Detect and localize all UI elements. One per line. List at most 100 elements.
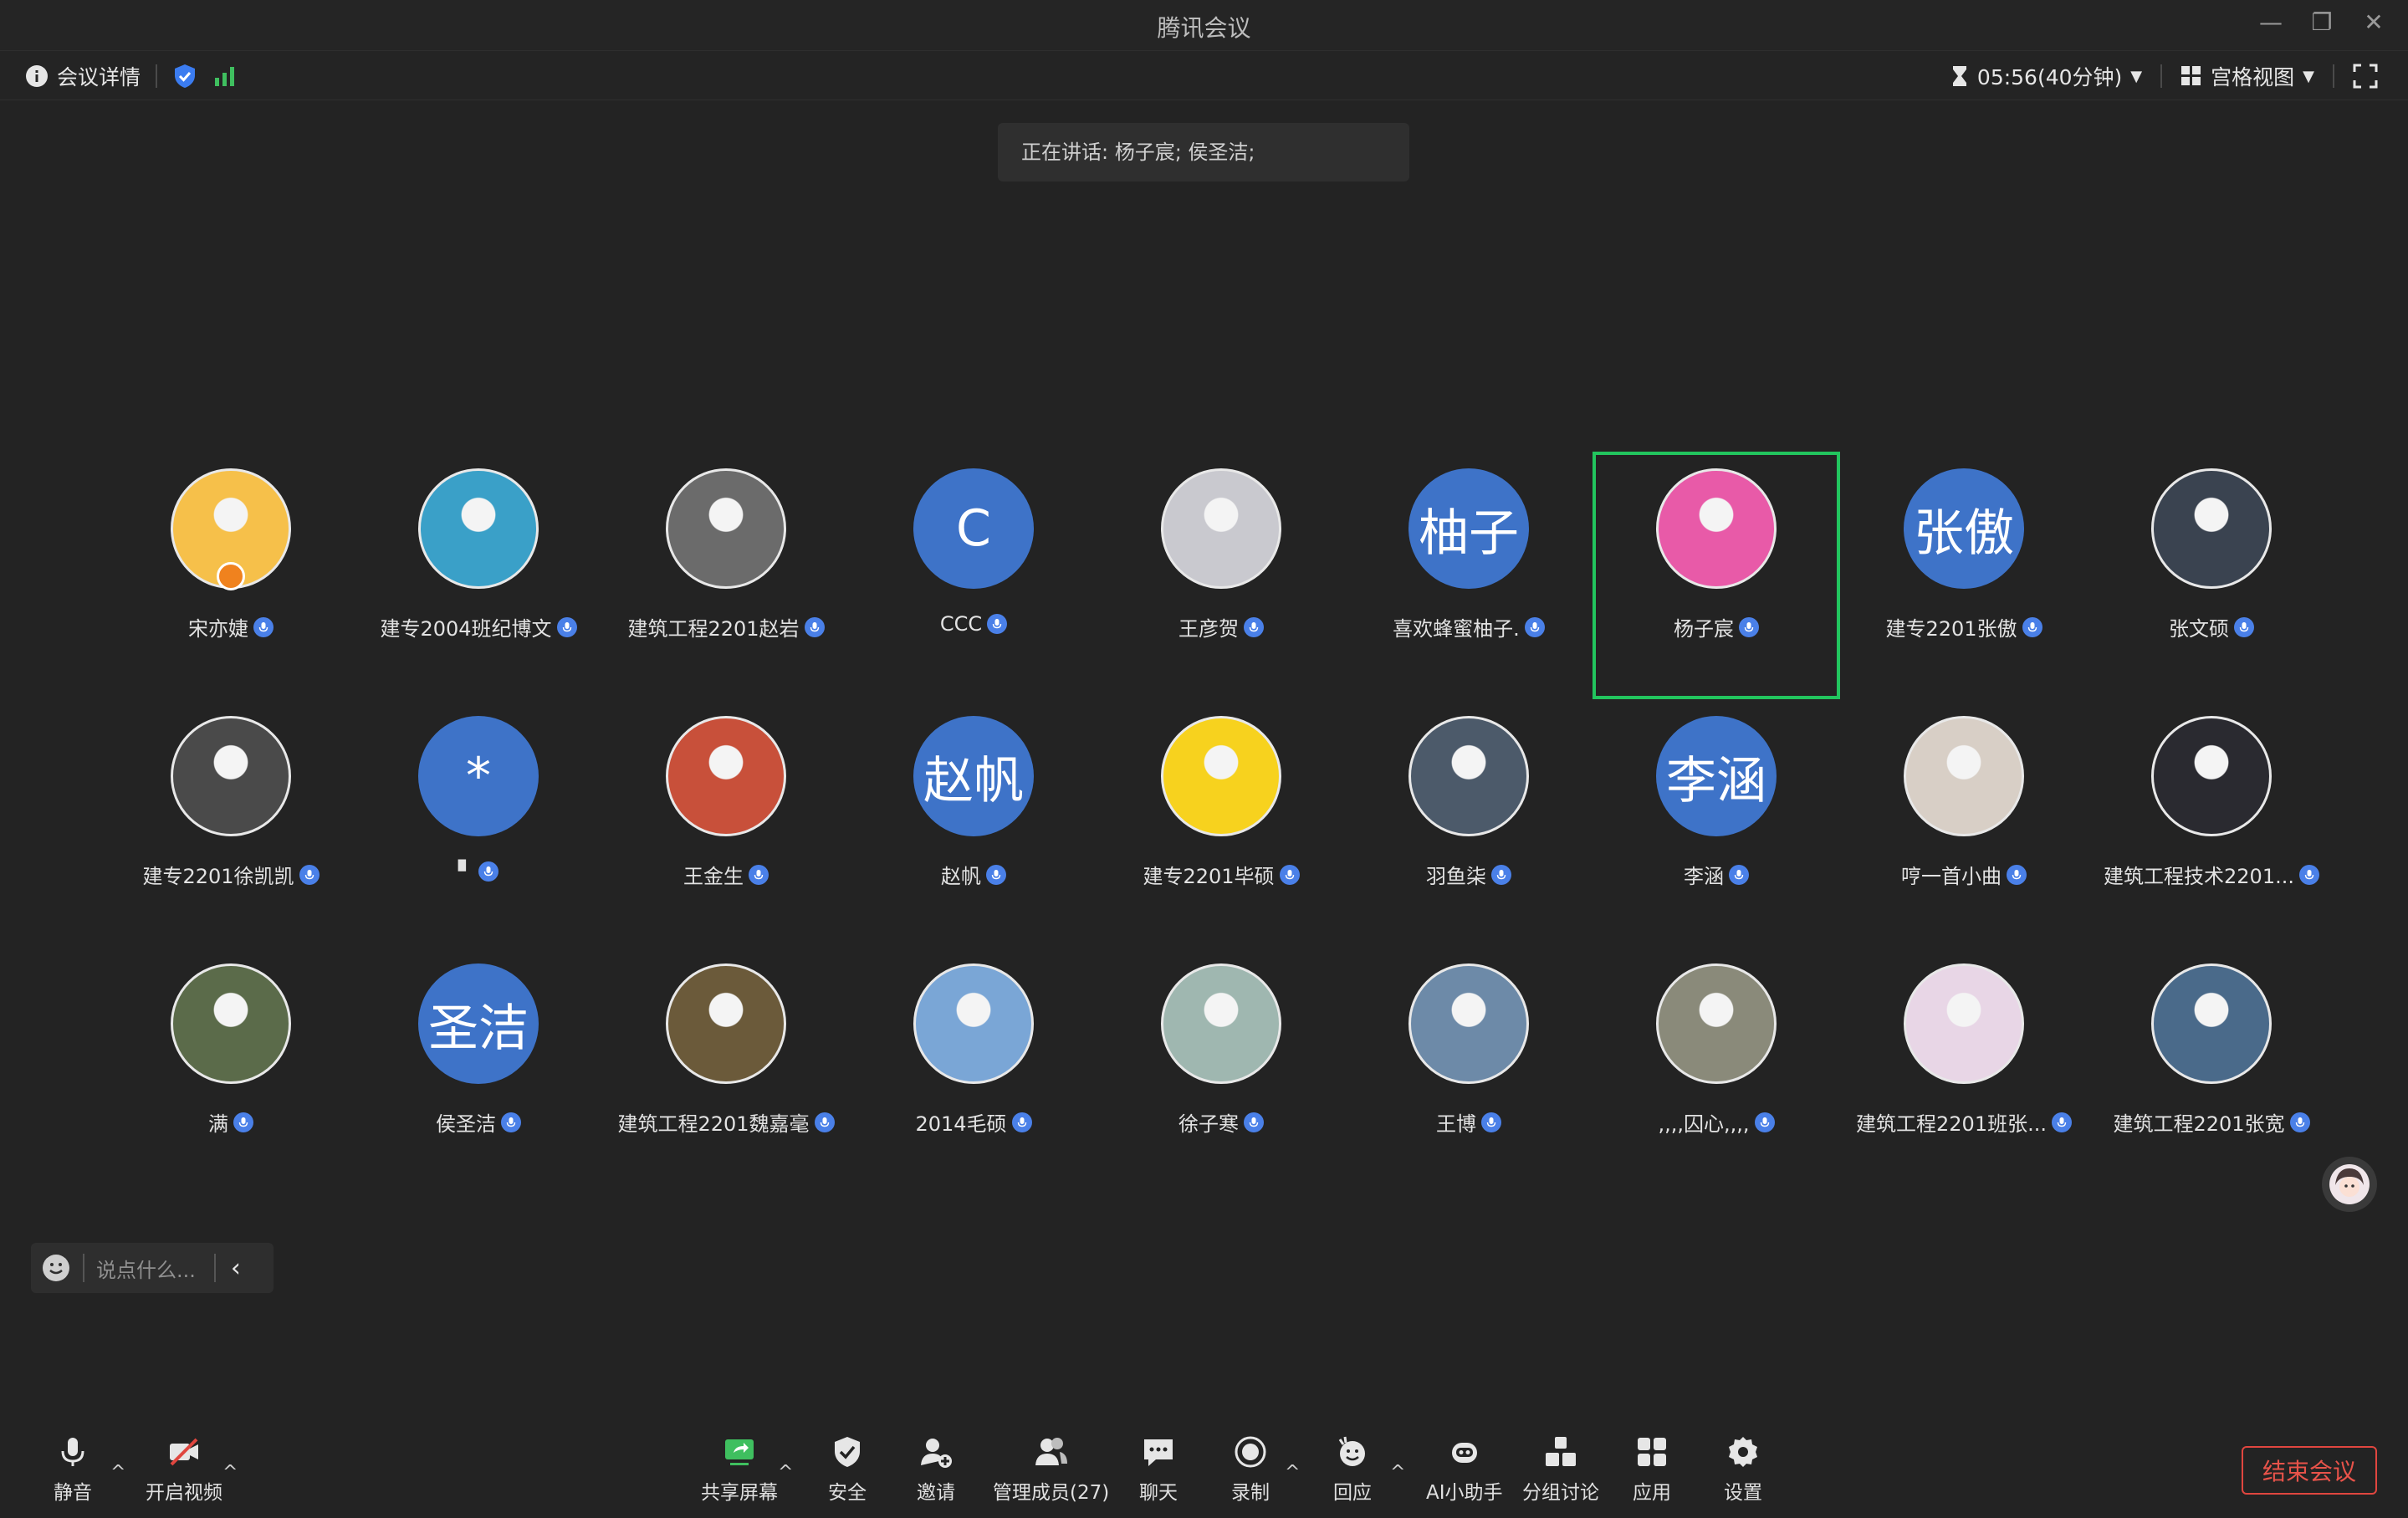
participant-tile[interactable]: 王博 bbox=[1345, 947, 1593, 1194]
chevron-up-icon[interactable]: ^ bbox=[1390, 1462, 1405, 1483]
avatar[interactable] bbox=[1409, 716, 1529, 836]
avatar[interactable]: 李涵 bbox=[1656, 716, 1777, 836]
participant-name-row: ▘ bbox=[355, 860, 602, 883]
participant-tile[interactable]: 2014毛硕 bbox=[850, 947, 1097, 1194]
participant-tile[interactable]: ,,,,囚心,,,, bbox=[1593, 947, 1840, 1194]
chat-placeholder[interactable]: 说点什么... bbox=[96, 1254, 196, 1283]
chevron-up-icon[interactable]: ^ bbox=[778, 1462, 793, 1483]
avatar[interactable] bbox=[1904, 963, 2024, 1084]
invite-button[interactable]: 邀请 bbox=[917, 1434, 955, 1505]
chat-button[interactable]: 聊天 bbox=[1139, 1434, 1178, 1505]
participant-tile[interactable]: 建筑工程2201张宽 bbox=[2088, 947, 2335, 1194]
avatar[interactable]: C bbox=[913, 468, 1034, 589]
participant-tile[interactable]: 哼一首小曲 bbox=[1840, 699, 2088, 947]
participant-name-row: ,,,,囚心,,,, bbox=[1593, 1107, 1840, 1137]
restore-button[interactable]: ❐ bbox=[2305, 8, 2339, 36]
manage-members-button[interactable]: 管理成员(27) bbox=[993, 1434, 1109, 1505]
participant-tile[interactable]: 徐子寒 bbox=[1097, 947, 1345, 1194]
avatar[interactable]: 张傲 bbox=[1904, 468, 2024, 589]
avatar[interactable]: * bbox=[418, 716, 539, 836]
ai-assistant-button[interactable]: AI小助手 bbox=[1426, 1434, 1503, 1505]
avatar[interactable] bbox=[1161, 716, 1281, 836]
avatar[interactable] bbox=[1656, 468, 1777, 589]
avatar[interactable] bbox=[418, 468, 539, 589]
mute-button[interactable]: 静音 bbox=[54, 1434, 92, 1505]
chevron-up-icon[interactable]: ^ bbox=[110, 1462, 125, 1483]
avatar[interactable] bbox=[913, 963, 1034, 1084]
avatar[interactable] bbox=[2151, 963, 2272, 1084]
record-button[interactable]: 录制 bbox=[1231, 1434, 1270, 1505]
avatar[interactable]: 柚子 bbox=[1409, 468, 1529, 589]
chevron-up-icon[interactable]: ^ bbox=[222, 1462, 238, 1483]
signal-icon[interactable] bbox=[212, 64, 238, 88]
participant-tile[interactable]: 张文硕 bbox=[2088, 452, 2335, 699]
microphone-icon bbox=[1524, 616, 1545, 637]
settings-button[interactable]: 设置 bbox=[1724, 1434, 1762, 1505]
chevron-left-icon[interactable]: ‹ bbox=[231, 1254, 241, 1283]
apps-button[interactable]: 应用 bbox=[1633, 1434, 1671, 1505]
participant-tile[interactable]: 宋亦婕 bbox=[107, 452, 355, 699]
reaction-icon bbox=[1338, 1436, 1365, 1466]
participant-name: 王金生 bbox=[683, 865, 744, 888]
avatar[interactable] bbox=[1409, 963, 1529, 1084]
avatar[interactable] bbox=[666, 468, 786, 589]
participant-tile[interactable]: C CCC bbox=[850, 452, 1097, 699]
avatar[interactable] bbox=[666, 716, 786, 836]
video-button[interactable]: 开启视频 bbox=[146, 1434, 222, 1505]
avatar[interactable] bbox=[171, 963, 291, 1084]
avatar[interactable] bbox=[1656, 963, 1777, 1084]
avatar[interactable]: 赵帆 bbox=[913, 716, 1034, 836]
chevron-up-icon[interactable]: ^ bbox=[1285, 1462, 1300, 1483]
minimize-button[interactable]: — bbox=[2254, 8, 2288, 36]
ai-assistant-avatar-button[interactable] bbox=[2322, 1157, 2377, 1212]
participant-tile[interactable]: 李涵 李涵 bbox=[1593, 699, 1840, 947]
avatar[interactable] bbox=[1904, 716, 2024, 836]
participant-tile[interactable]: 建专2004班纪博文 bbox=[355, 452, 602, 699]
participant-tile[interactable]: 建筑工程2201赵岩 bbox=[602, 452, 850, 699]
emoji-icon[interactable] bbox=[43, 1255, 69, 1281]
participant-name-row: 王博 bbox=[1345, 1107, 1593, 1137]
close-button[interactable]: ✕ bbox=[2357, 8, 2390, 36]
participant-tile[interactable]: 柚子 喜欢蜂蜜柚子. bbox=[1345, 452, 1593, 699]
avatar[interactable] bbox=[2151, 468, 2272, 589]
participant-tile[interactable]: 赵帆 赵帆 bbox=[850, 699, 1097, 947]
microphone-icon bbox=[1491, 864, 1511, 885]
fullscreen-icon[interactable] bbox=[2353, 64, 2378, 89]
participant-tile[interactable]: 杨子宸 bbox=[1593, 452, 1840, 699]
participant-tile[interactable]: 建筑工程技术2201... bbox=[2088, 699, 2335, 947]
participant-tile[interactable]: 羽鱼柒 bbox=[1345, 699, 1593, 947]
microphone-icon bbox=[61, 1438, 84, 1466]
reaction-button[interactable]: 回应 bbox=[1333, 1434, 1372, 1505]
participant-tile[interactable]: 王彦贺 bbox=[1097, 452, 1345, 699]
breakout-rooms-button[interactable]: 分组讨论 bbox=[1522, 1434, 1599, 1505]
participant-tile[interactable]: 建专2201徐凯凯 bbox=[107, 699, 355, 947]
avatar[interactable] bbox=[171, 716, 291, 836]
participant-tile[interactable]: 建专2201毕硕 bbox=[1097, 699, 1345, 947]
microphone-icon bbox=[814, 1112, 835, 1132]
meeting-details-button[interactable]: 会议详情 bbox=[25, 61, 141, 91]
participant-tile[interactable]: 张傲 建专2201张傲 bbox=[1840, 452, 2088, 699]
participant-tile[interactable]: 建筑工程2201魏嘉毫 bbox=[602, 947, 850, 1194]
participant-tile[interactable]: * ▘ bbox=[355, 699, 602, 947]
view-mode-dropdown[interactable]: 宫格视图 ▼ bbox=[2180, 61, 2314, 91]
participant-tile[interactable]: 圣洁 侯圣洁 bbox=[355, 947, 602, 1194]
avatar[interactable] bbox=[2151, 716, 2272, 836]
share-screen-button[interactable]: 共享屏幕 bbox=[701, 1434, 778, 1505]
avatar[interactable] bbox=[1161, 963, 1281, 1084]
avatar[interactable]: 圣洁 bbox=[418, 963, 539, 1084]
participant-name: 建专2004班纪博文 bbox=[380, 617, 552, 641]
participant-name-row: 建筑工程2201魏嘉毫 bbox=[602, 1107, 850, 1137]
participant-tile[interactable]: 满 bbox=[107, 947, 355, 1194]
hourglass-icon bbox=[1952, 66, 1966, 86]
chat-input-box[interactable]: 说点什么... ‹ bbox=[31, 1243, 274, 1293]
avatar[interactable] bbox=[1161, 468, 1281, 589]
timer-dropdown[interactable]: 05:56(40分钟) ▼ bbox=[1950, 61, 2142, 91]
participant-tile[interactable]: 王金生 bbox=[602, 699, 850, 947]
avatar[interactable] bbox=[666, 963, 786, 1084]
end-meeting-button[interactable]: 结束会议 bbox=[2242, 1446, 2377, 1495]
microphone-icon bbox=[299, 864, 320, 885]
security-button[interactable]: 安全 bbox=[828, 1434, 867, 1505]
microphone-icon bbox=[804, 616, 825, 637]
participant-tile[interactable]: 建筑工程2201班张... bbox=[1840, 947, 2088, 1194]
shield-icon[interactable] bbox=[172, 63, 197, 89]
